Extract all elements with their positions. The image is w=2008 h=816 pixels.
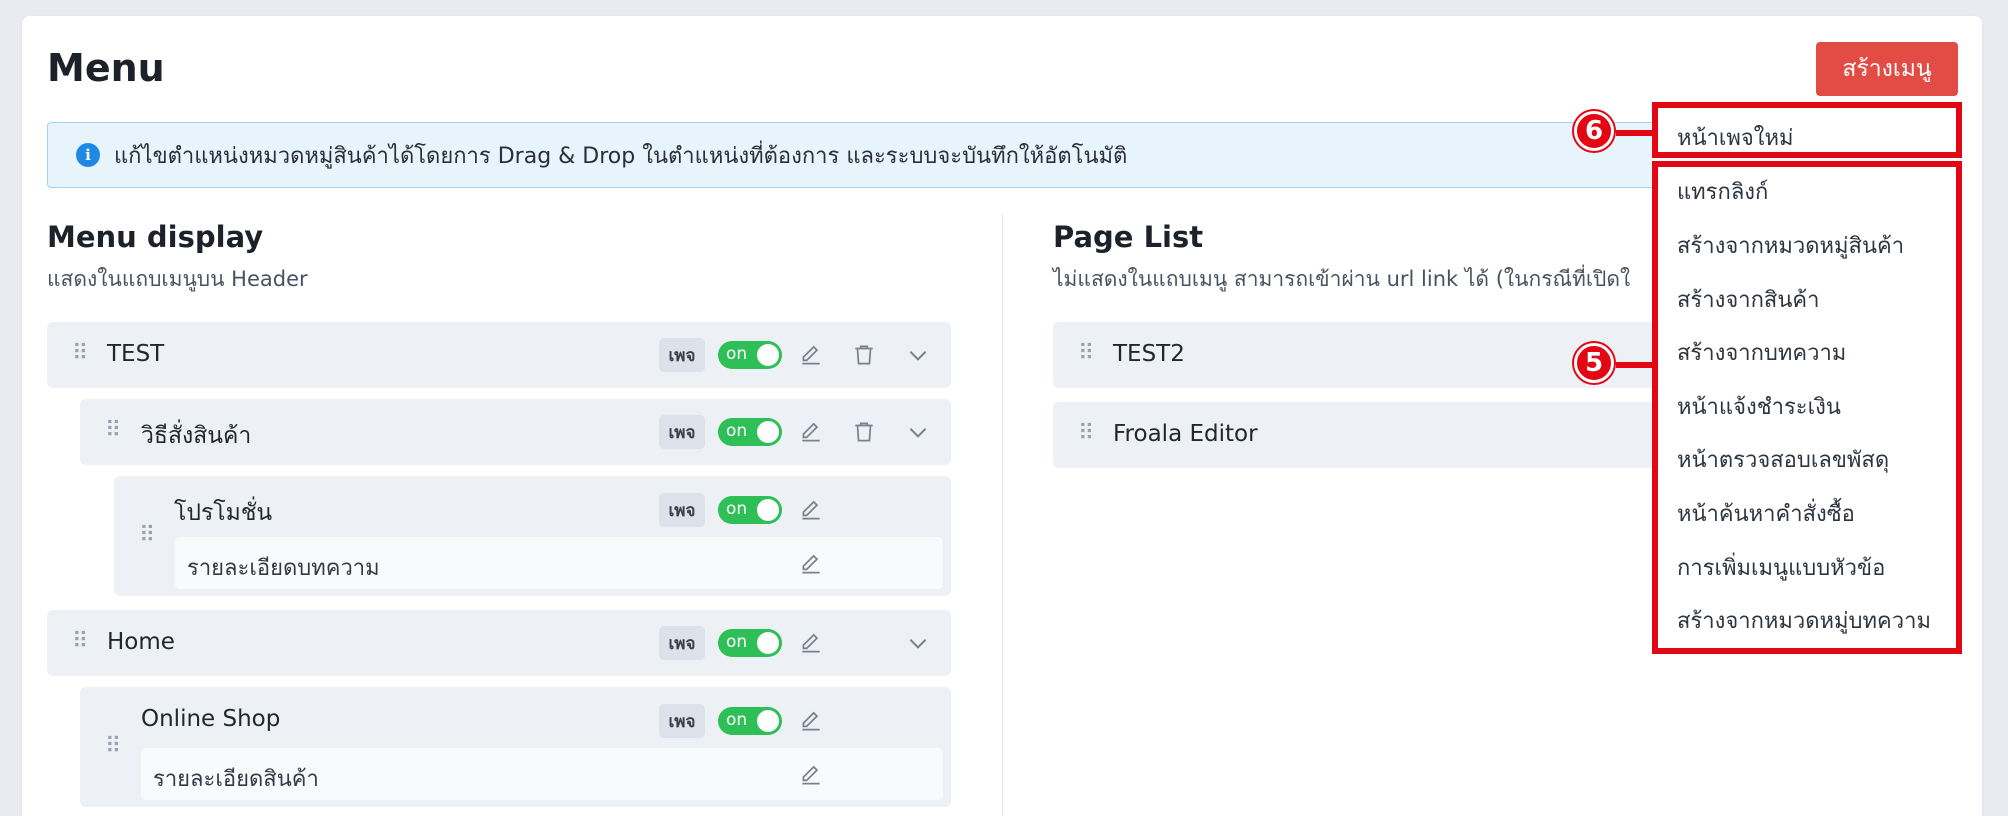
trash-icon[interactable]: [849, 417, 879, 447]
menu-item-label: TEST: [107, 341, 165, 367]
trash-icon[interactable]: [849, 340, 879, 370]
page-type-badge: เพจ: [659, 493, 705, 527]
visibility-toggle[interactable]: on: [718, 418, 782, 446]
page-type-badge: เพจ: [659, 338, 705, 372]
menu-display-title: Menu display: [47, 220, 264, 254]
annotation-marker-6: 6: [1574, 111, 1614, 151]
annotation-box-top: [1652, 102, 1962, 158]
visibility-toggle[interactable]: on: [718, 629, 782, 657]
drag-handle-icon[interactable]: ⠿: [72, 343, 88, 365]
drag-handle-icon[interactable]: ⠿: [105, 736, 121, 758]
info-alert: i แก้ไขตำแหน่งหมวดหมู่สินค้าได้โดยการ Dr…: [47, 122, 1657, 188]
info-icon: i: [76, 143, 100, 167]
page-type-badge: เพจ: [659, 704, 705, 738]
page-list-title: Page List: [1053, 220, 1204, 254]
edit-icon[interactable]: [796, 549, 826, 579]
sub-item-label: รายละเอียดสินค้า: [153, 767, 319, 792]
drag-handle-icon[interactable]: ⠿: [105, 420, 121, 442]
edit-icon[interactable]: [796, 628, 826, 658]
drag-handle-icon[interactable]: ⠿: [139, 525, 155, 547]
edit-icon[interactable]: [796, 340, 826, 370]
annotation-connector: [1616, 362, 1656, 368]
chevron-down-icon[interactable]: [903, 628, 933, 658]
menu-item-label: วิธีสั่งสินค้า: [141, 423, 252, 449]
column-divider: [1002, 214, 1003, 816]
page-type-badge: เพจ: [659, 415, 705, 449]
menu-display-subtitle: แสดงในแถบเมนูบน Header: [47, 267, 308, 291]
menu-item-label: Online Shop: [141, 706, 281, 732]
drag-handle-icon[interactable]: ⠿: [1078, 343, 1094, 365]
menu-item-label: Home: [107, 629, 175, 655]
page-list-label: Froala Editor: [1113, 421, 1258, 447]
edit-icon[interactable]: [796, 760, 826, 790]
page-title: Menu: [47, 46, 165, 90]
menu-item-label: โปรโมชั่น: [174, 500, 273, 526]
drag-handle-icon[interactable]: ⠿: [1078, 423, 1094, 445]
drag-handle-icon[interactable]: ⠿: [72, 631, 88, 653]
visibility-toggle[interactable]: on: [718, 496, 782, 524]
page-list-subtitle: ไม่แสดงในแถบเมนู สามารถเข้าผ่าน url link…: [1053, 267, 1631, 291]
alert-text: แก้ไขตำแหน่งหมวดหมู่สินค้าได้โดยการ Drag…: [114, 143, 1128, 169]
annotation-box-bottom: [1652, 161, 1962, 654]
annotation-marker-5: 5: [1574, 343, 1614, 383]
annotation-connector: [1616, 130, 1656, 136]
visibility-toggle[interactable]: on: [718, 341, 782, 369]
page-list-label: TEST2: [1113, 341, 1185, 367]
edit-icon[interactable]: [796, 417, 826, 447]
chevron-down-icon[interactable]: [903, 417, 933, 447]
chevron-down-icon[interactable]: [903, 340, 933, 370]
visibility-toggle[interactable]: on: [718, 707, 782, 735]
sub-item-label: รายละเอียดบทความ: [187, 556, 380, 581]
edit-icon[interactable]: [796, 706, 826, 736]
edit-icon[interactable]: [796, 495, 826, 525]
page-type-badge: เพจ: [659, 626, 705, 660]
create-menu-button[interactable]: สร้างเมนู: [1816, 42, 1958, 96]
